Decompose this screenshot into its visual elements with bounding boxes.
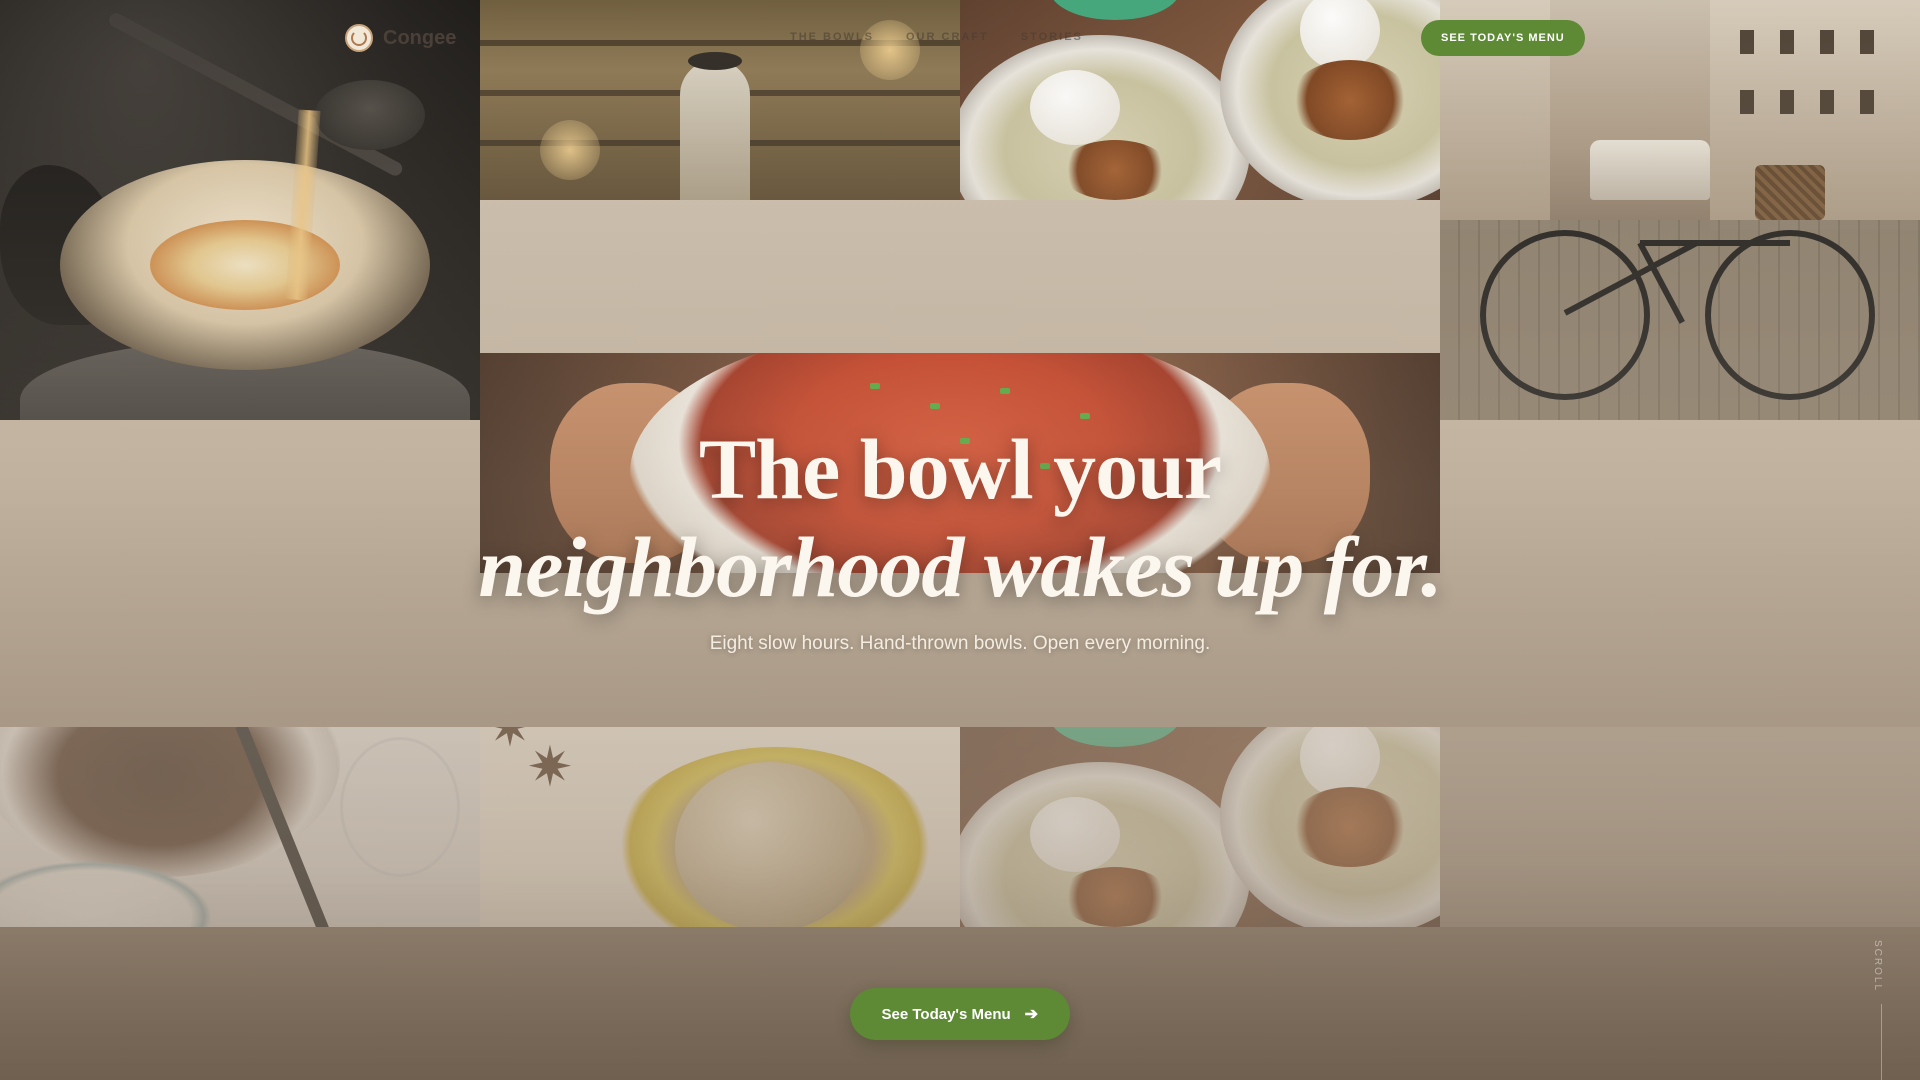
hero-section: ✷ ✷ Congee THE BOWLS OUR CRAFT STORIES S… — [0, 0, 1920, 1080]
hero-headline: The bowl your neighborhood wakes up for. — [0, 420, 1920, 616]
bowl-logo-icon — [345, 24, 373, 52]
brand-name: Congee — [383, 26, 457, 49]
nav-link-our-craft[interactable]: OUR CRAFT — [906, 31, 989, 43]
scroll-indicator[interactable]: SCROLL — [1872, 940, 1892, 1080]
scroll-label: SCROLL — [1872, 940, 1883, 993]
brand-logo[interactable]: Congee — [345, 24, 456, 52]
headline-line-1: The bowl your — [698, 421, 1222, 517]
nav-links: THE BOWLS OUR CRAFT STORIES — [790, 31, 1083, 43]
nav-link-the-bowls[interactable]: THE BOWLS — [790, 31, 874, 43]
hero-subheading: Eight slow hours. Hand-thrown bowls. Ope… — [709, 633, 1211, 654]
cta-label: See Today's Menu — [881, 1005, 1011, 1023]
scroll-line — [1881, 1004, 1882, 1080]
nav-link-stories[interactable]: STORIES — [1021, 31, 1083, 43]
top-nav: Congee THE BOWLS OUR CRAFT STORIES SEE T… — [0, 0, 1920, 76]
arrow-right-icon: ➔ — [1024, 1006, 1039, 1023]
headline-line-2: neighborhood wakes up for. — [478, 519, 1442, 615]
see-todays-menu-button[interactable]: See Today's Menu ➔ — [849, 988, 1071, 1040]
see-todays-menu-nav-button[interactable]: SEE TODAY'S MENU — [1421, 20, 1585, 56]
